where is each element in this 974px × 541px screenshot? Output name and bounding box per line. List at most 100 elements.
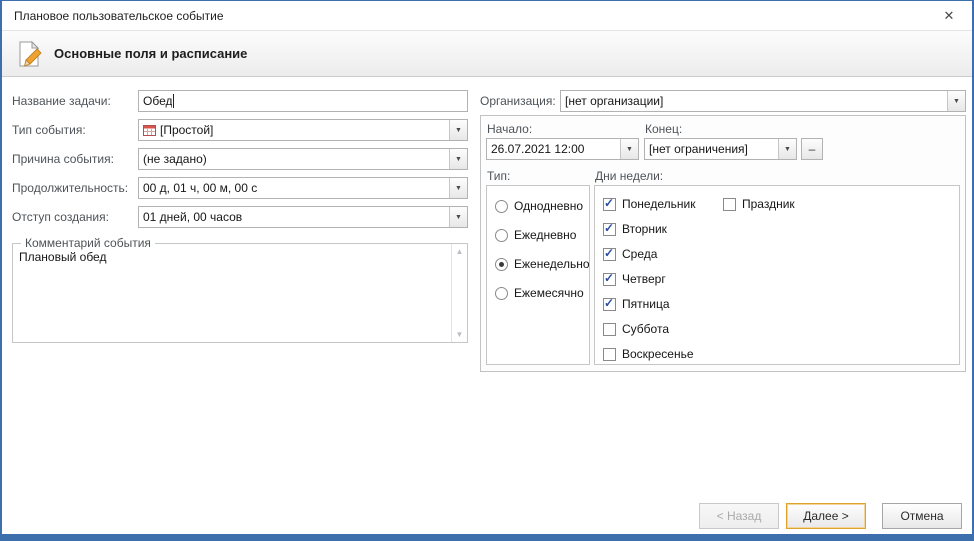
creation-offset-combo[interactable]: 01 дней, 00 часов ▼ (138, 206, 468, 228)
next-button[interactable]: Далее > (786, 503, 866, 529)
event-type-icon (143, 124, 156, 137)
dropdown-arrow-icon[interactable]: ▼ (778, 139, 796, 159)
radio-option[interactable]: Еженедельно (495, 254, 589, 274)
creation-offset-row: Отступ создания: 01 дней, 00 часов ▼ (12, 206, 468, 228)
title-bar: Плановое пользовательское событие ✕ (2, 1, 972, 30)
window-title: Плановое пользовательское событие (14, 9, 224, 23)
organization-combo[interactable]: [нет организации] ▼ (560, 90, 966, 112)
dropdown-arrow-icon[interactable]: ▼ (449, 178, 467, 198)
clear-end-button[interactable]: – (801, 138, 823, 160)
end-date-combo[interactable]: [нет ограничения] ▼ (644, 138, 797, 160)
dropdown-arrow-icon[interactable]: ▼ (449, 207, 467, 227)
duration-row: Продолжительность: 00 д, 01 ч, 00 м, 00 … (12, 177, 468, 199)
checkbox-label: Воскресенье (622, 347, 694, 361)
event-type-row: Тип события: [Простой] ▼ (12, 119, 468, 141)
radio-label: Однодневно (514, 199, 583, 213)
task-name-row: Название задачи: Обед (12, 90, 468, 112)
checkbox-icon[interactable]: ✓ (603, 298, 616, 311)
radio-icon[interactable] (495, 258, 508, 271)
checkbox-label: Четверг (622, 272, 666, 286)
checkbox-label: Среда (622, 247, 657, 261)
radio-option[interactable]: Однодневно (495, 196, 589, 216)
comment-body: Плановый обед ▲ ▼ (13, 244, 467, 342)
checkbox-option-holiday[interactable]: ✓ Праздник (723, 194, 795, 214)
radio-label: Ежемесячно (514, 286, 584, 300)
comment-groupbox: Комментарий события Плановый обед ▲ ▼ (12, 243, 468, 343)
dialog-content: Название задачи: Обед Тип события: (2, 77, 972, 534)
radio-icon[interactable] (495, 287, 508, 300)
checkbox-option[interactable]: ✓ Понедельник (603, 194, 695, 214)
event-reason-row: Причина события: (не задано) ▼ (12, 148, 468, 170)
checkbox-label: Суббота (622, 322, 669, 336)
event-type-value: [Простой] (160, 123, 213, 137)
weekdays-label: Дни недели: (595, 169, 663, 183)
checkbox-label: Пятница (622, 297, 670, 311)
weekday-column: ✓ Понедельник ✓ Вторник ✓ Среда ✓ (603, 194, 695, 364)
weekdays-group: ✓ Понедельник ✓ Вторник ✓ Среда ✓ (594, 185, 960, 365)
text-caret (173, 94, 174, 108)
checkbox-icon[interactable]: ✓ (603, 248, 616, 261)
checkbox-option[interactable]: ✓ Суббота (603, 319, 695, 339)
comment-textarea[interactable]: Плановый обед (13, 244, 451, 342)
back-button[interactable]: < Назад (699, 503, 779, 529)
event-reason-combo[interactable]: (не задано) ▼ (138, 148, 468, 170)
radio-icon[interactable] (495, 229, 508, 242)
radio-label: Ежедневно (514, 228, 576, 242)
scroll-up-icon[interactable]: ▲ (456, 247, 464, 256)
end-label: Конец: (645, 122, 682, 136)
duration-label: Продолжительность: (12, 181, 138, 195)
organization-value: [нет организации] (565, 94, 663, 108)
checkbox-option[interactable]: ✓ Пятница (603, 294, 695, 314)
duration-value: 00 д, 01 ч, 00 м, 00 с (143, 181, 257, 195)
radio-option[interactable]: Ежедневно (495, 225, 589, 245)
window-frame: Плановое пользовательское событие ✕ Осно… (0, 0, 974, 541)
event-type-label: Тип события: (12, 123, 138, 137)
event-type-combo[interactable]: [Простой] ▼ (138, 119, 468, 141)
duration-combo[interactable]: 00 д, 01 ч, 00 м, 00 с ▼ (138, 177, 468, 199)
comment-scrollbar[interactable]: ▲ ▼ (451, 244, 467, 342)
checkbox-option[interactable]: ✓ Четверг (603, 269, 695, 289)
checkbox-icon[interactable]: ✓ (603, 198, 616, 211)
end-date-value: [нет ограничения] (649, 142, 748, 156)
recurrence-type-group: Однодневно Ежедневно Еженедельно Ежемеся… (486, 185, 590, 365)
close-icon[interactable]: ✕ (938, 5, 960, 27)
dropdown-arrow-icon[interactable]: ▼ (449, 120, 467, 140)
radio-label: Еженедельно (514, 257, 590, 271)
radio-option[interactable]: Ежемесячно (495, 283, 589, 303)
start-date-combo[interactable]: 26.07.2021 12:00 ▼ (486, 138, 639, 160)
start-label: Начало: (487, 122, 532, 136)
checkbox-label: Понедельник (622, 197, 695, 211)
dropdown-arrow-icon[interactable]: ▼ (947, 91, 965, 111)
organization-label: Организация: (480, 94, 560, 108)
schedule-panel: Начало: Конец: 26.07.2021 12:00 ▼ [нет о… (480, 115, 966, 372)
task-name-label: Название задачи: (12, 94, 138, 108)
recurrence-type-label: Тип: (487, 169, 510, 183)
dropdown-arrow-icon[interactable]: ▼ (449, 149, 467, 169)
scroll-down-icon[interactable]: ▼ (456, 330, 464, 339)
checkbox-icon[interactable]: ✓ (603, 273, 616, 286)
checkbox-label: Вторник (622, 222, 667, 236)
checkbox-option[interactable]: ✓ Вторник (603, 219, 695, 239)
checkbox-icon[interactable]: ✓ (603, 223, 616, 236)
footer-buttons: < Назад Далее > Отмена (699, 503, 962, 529)
checkbox-label: Праздник (742, 197, 795, 211)
creation-offset-label: Отступ создания: (12, 210, 138, 224)
organization-row: Организация: [нет организации] ▼ (480, 90, 966, 112)
event-reason-value: (не задано) (143, 152, 207, 166)
task-name-input[interactable]: Обед (138, 90, 468, 112)
event-reason-label: Причина события: (12, 152, 138, 166)
checkbox-icon[interactable]: ✓ (603, 323, 616, 336)
checkbox-option[interactable]: ✓ Среда (603, 244, 695, 264)
dropdown-arrow-icon[interactable]: ▼ (620, 139, 638, 159)
page-edit-icon (14, 39, 44, 69)
checkbox-option[interactable]: ✓ Воскресенье (603, 344, 695, 364)
checkbox-icon[interactable]: ✓ (603, 348, 616, 361)
task-name-value: Обед (143, 94, 172, 108)
cancel-button[interactable]: Отмена (882, 503, 962, 529)
page-title: Основные поля и расписание (54, 46, 247, 61)
checkbox-icon[interactable]: ✓ (723, 198, 736, 211)
start-date-value: 26.07.2021 12:00 (491, 142, 584, 156)
header-band: Основные поля и расписание (2, 30, 972, 77)
radio-icon[interactable] (495, 200, 508, 213)
dialog-window: Плановое пользовательское событие ✕ Осно… (2, 1, 972, 534)
